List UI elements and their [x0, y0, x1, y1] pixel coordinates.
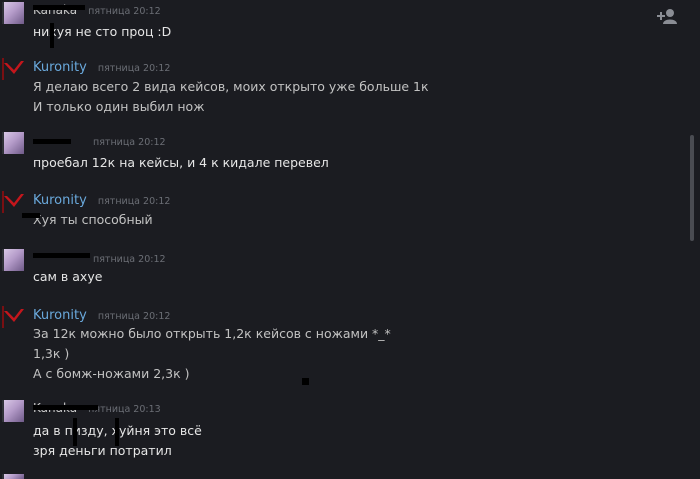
scrollbar-thumb[interactable]	[690, 135, 694, 241]
redaction-bar	[50, 23, 54, 48]
author-name[interactable]: Kuronity	[33, 308, 87, 323]
redaction-bar	[73, 418, 77, 446]
avatar[interactable]	[2, 400, 24, 422]
timestamp: пятница 20:12	[97, 196, 171, 207]
redaction-bar	[33, 253, 90, 258]
timestamp: пятница 20:12	[97, 311, 171, 322]
message-line: проебал 12к на кейсы, и 4 к кидале перев…	[33, 155, 329, 170]
author-name[interactable]: Kuronity	[33, 60, 87, 75]
avatar[interactable]	[2, 306, 24, 328]
message-line: А с бомж-ножами 2,3к )	[33, 366, 190, 381]
avatar[interactable]	[2, 474, 24, 479]
avatar[interactable]	[2, 249, 24, 271]
redaction-bar	[115, 418, 119, 446]
message-line: сам в ахуе	[33, 269, 103, 284]
avatar[interactable]	[2, 2, 24, 24]
timestamp: пятница 20:13	[88, 404, 161, 415]
message-line: зря деньги потратил	[33, 443, 172, 458]
avatar[interactable]	[2, 191, 24, 213]
kuronity-logo-icon	[4, 309, 24, 322]
timestamp: пятница 20:12	[93, 137, 166, 148]
timestamp: пятница 20:12	[88, 6, 161, 17]
message-line: 1,3к )	[33, 346, 70, 361]
redaction-bar	[33, 5, 85, 10]
add-friend-icon	[656, 9, 678, 29]
redaction-bar	[33, 139, 71, 144]
add-friend-button[interactable]	[655, 7, 679, 31]
kuronity-logo-icon	[4, 194, 24, 207]
avatar[interactable]	[2, 58, 24, 80]
message-line: Я делаю всего 2 вида кейсов, моих открыт…	[33, 79, 429, 94]
avatar[interactable]	[2, 132, 24, 154]
redaction-bar	[22, 213, 40, 218]
author-name[interactable]: Kuronity	[33, 193, 87, 208]
chat-log: Kanaka пятница 20:12 нихуя не сто проц :…	[0, 0, 700, 479]
message-line: Хуя ты способный	[33, 212, 153, 227]
kuronity-logo-icon	[4, 61, 24, 74]
redaction-bar	[302, 378, 309, 385]
timestamp: пятница 20:12	[97, 63, 171, 74]
timestamp: пятница 20:12	[93, 254, 166, 265]
redaction-bar	[33, 405, 98, 410]
message-line: За 12к можно было открыть 1,2к кейсов с …	[33, 326, 391, 341]
message-line: И только один выбил нож	[33, 99, 205, 114]
